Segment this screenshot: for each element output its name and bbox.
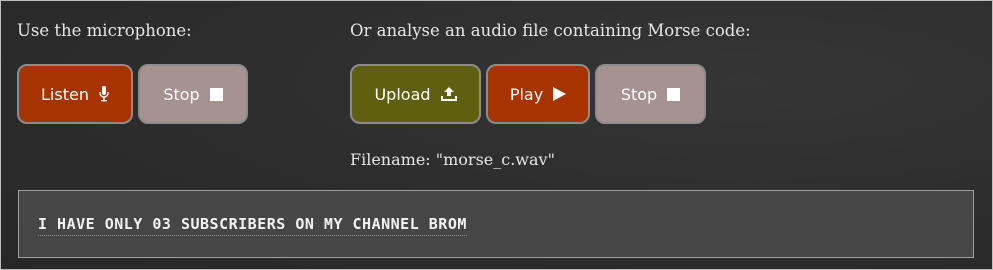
listen-button[interactable]: Listen [17,64,133,124]
upload-button[interactable]: Upload [350,64,481,124]
upload-button-label: Upload [374,84,431,104]
morse-decoder-panel: Use the microphone: Listen Stop Or analy… [0,0,993,270]
mic-stop-button-label: Stop [163,84,200,104]
stop-square-icon [209,87,223,101]
play-button[interactable]: Play [486,64,590,124]
decoded-text: I HAVE ONLY 03 SUBSCRIBERS ON MY CHANNEL… [38,215,467,236]
microphone-heading: Use the microphone: [17,21,192,40]
decoded-output-box: I HAVE ONLY 03 SUBSCRIBERS ON MY CHANNEL… [18,190,974,258]
filename-text: Filename: "morse_c.wav" [350,150,555,169]
listen-button-label: Listen [41,84,89,104]
stop-square-icon [667,87,681,101]
play-button-label: Play [509,84,544,104]
mic-stop-button[interactable]: Stop [138,64,248,124]
microphone-icon [99,86,109,102]
file-stop-button[interactable]: Stop [595,64,706,124]
audio-file-heading: Or analyse an audio file containing Mors… [350,21,751,40]
upload-icon [440,87,457,101]
play-icon [553,87,567,101]
file-stop-button-label: Stop [620,84,658,104]
